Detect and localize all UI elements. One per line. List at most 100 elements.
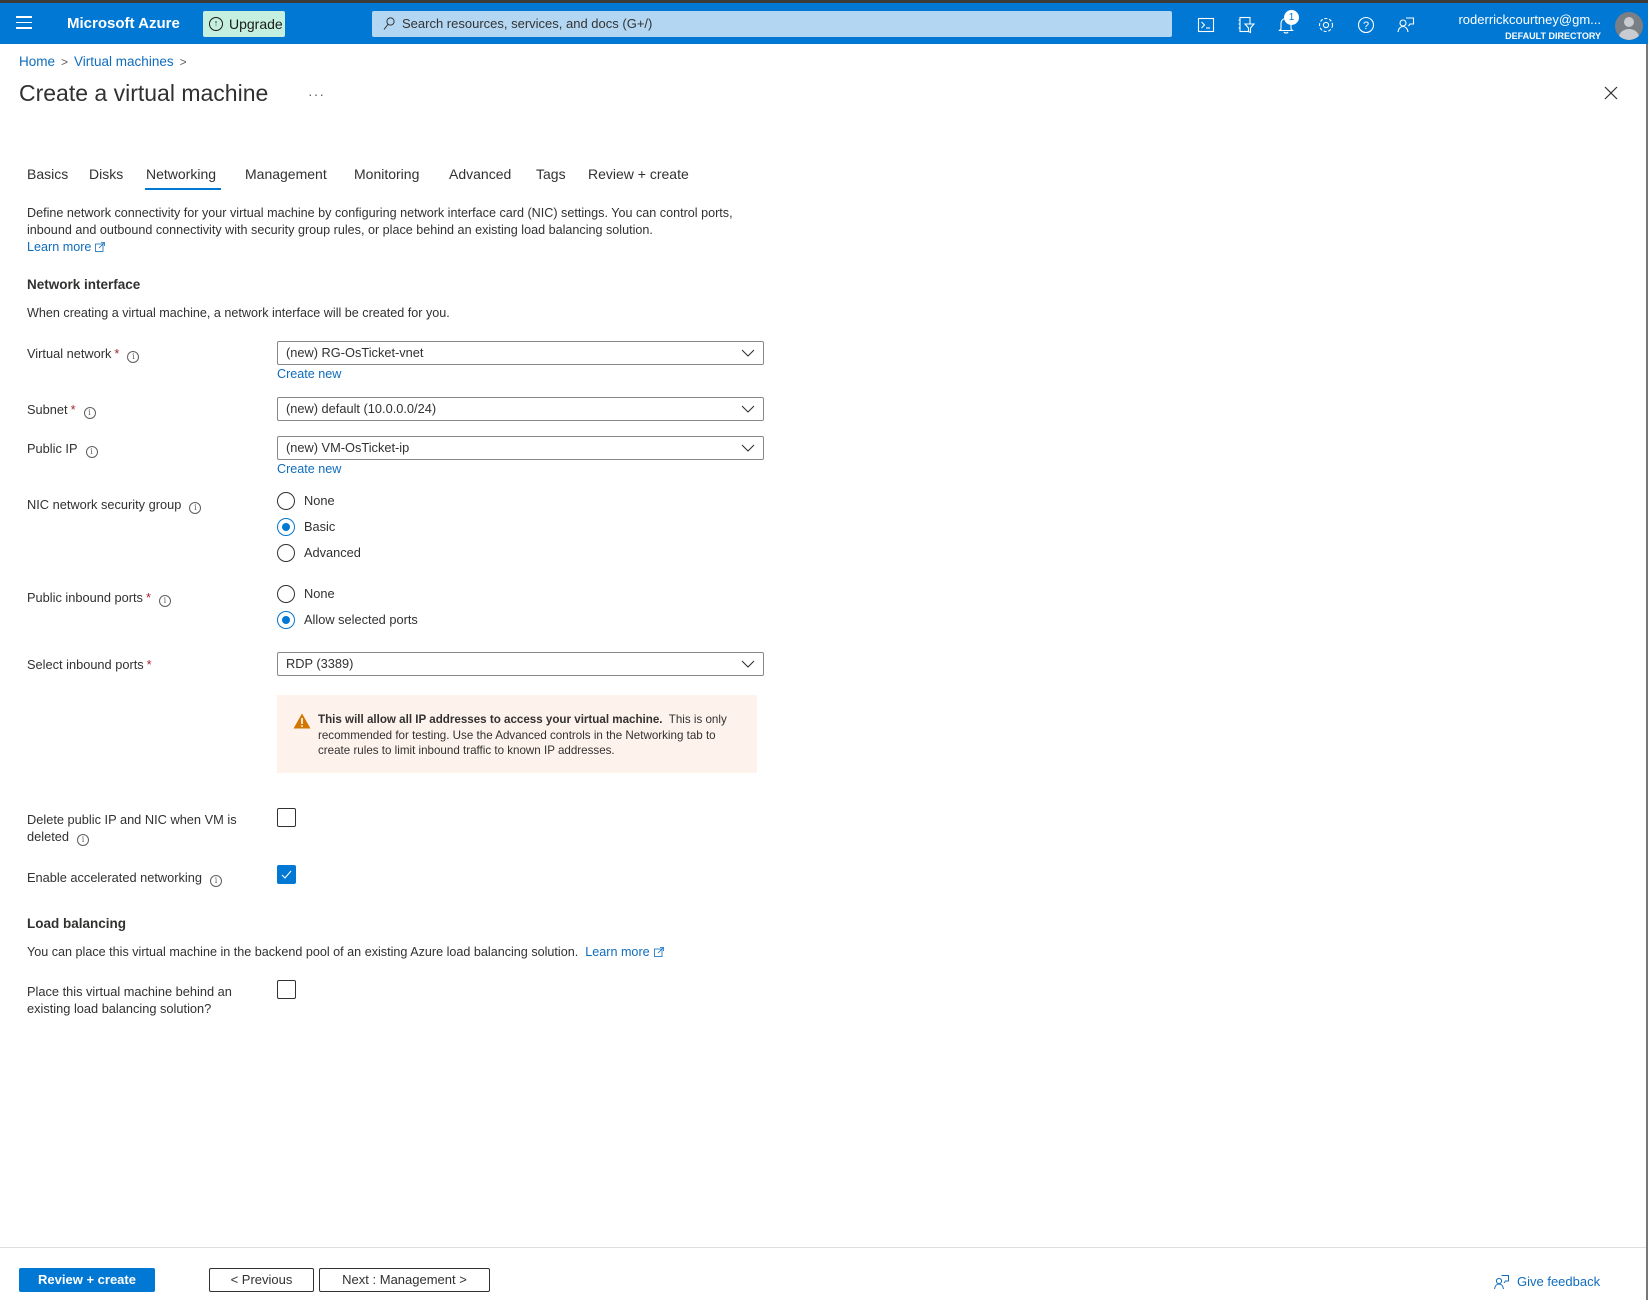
delete-public-ip-label: Delete public IP and NIC when VM is delet…: [27, 811, 237, 846]
required-asterisk: *: [146, 657, 152, 672]
learn-more-label: Learn more: [27, 240, 92, 254]
portal-top-bar: Microsoft Azure ↑ Upgrade Search resourc…: [0, 3, 1648, 44]
give-feedback-link[interactable]: Give feedback: [1493, 1274, 1601, 1290]
subnet-dropdown[interactable]: (new) default (10.0.0.0/24): [277, 397, 764, 421]
upgrade-button[interactable]: ↑ Upgrade: [203, 11, 285, 37]
required-asterisk: *: [70, 402, 76, 417]
tab-networking[interactable]: Networking: [146, 166, 216, 182]
tab-management[interactable]: Management: [245, 166, 327, 182]
network-interface-heading: Network interface: [27, 277, 141, 292]
upgrade-label: Upgrade: [229, 16, 283, 32]
network-interface-subtitle: When creating a virtual machine, a netwo…: [27, 306, 450, 320]
more-options-icon[interactable]: ···: [308, 86, 325, 102]
intro-text: Define network connectivity for your vir…: [27, 206, 733, 237]
breadcrumb-virtual-machines[interactable]: Virtual machines: [74, 54, 174, 69]
notification-count-badge: 1: [1284, 10, 1299, 25]
radio-button[interactable]: [277, 492, 295, 510]
user-directory: DEFAULT DIRECTORY: [1505, 31, 1601, 41]
chevron-down-icon: [741, 349, 755, 357]
nic-nsg-label-text: NIC network security group: [27, 497, 182, 512]
load-balancing-heading: Load balancing: [27, 916, 127, 931]
chevron-right-icon: >: [61, 55, 69, 69]
user-email[interactable]: roderrickcourtney@gm...: [1458, 12, 1601, 27]
give-feedback-label: Give feedback: [1517, 1274, 1601, 1289]
warning-message: This will allow all IP addresses to acce…: [277, 695, 757, 773]
radio-button[interactable]: [277, 611, 295, 629]
next-management-button[interactable]: Next : Management >: [319, 1268, 490, 1292]
tab-disks[interactable]: Disks: [89, 166, 123, 182]
warning-bold-text: This will allow all IP addresses to acce…: [318, 713, 663, 726]
select-inbound-ports-dropdown[interactable]: RDP (3389): [277, 652, 764, 676]
breadcrumb-home[interactable]: Home: [19, 54, 55, 69]
search-icon: [383, 17, 395, 30]
radio-button[interactable]: [277, 544, 295, 562]
directory-filter-icon[interactable]: [1236, 15, 1256, 35]
info-icon[interactable]: i: [189, 502, 202, 514]
feedback-icon: [1494, 1275, 1509, 1290]
select-inbound-ports-label-text: Select inbound ports: [27, 657, 144, 672]
cloud-shell-icon[interactable]: [1196, 15, 1216, 35]
required-asterisk: *: [114, 346, 120, 361]
svg-text:?: ?: [1363, 20, 1369, 32]
menu-icon[interactable]: [16, 16, 32, 30]
help-icon[interactable]: ?: [1356, 15, 1376, 35]
breadcrumb: Home > Virtual machines >: [19, 54, 193, 69]
tab-basics[interactable]: Basics: [27, 166, 68, 182]
settings-icon[interactable]: [1316, 15, 1336, 35]
radio-label: Basic: [304, 519, 336, 534]
page-title: Create a virtual machine: [19, 80, 269, 106]
public-inbound-ports-label: Public inbound ports * i: [27, 589, 171, 607]
create-new-public-ip-link[interactable]: Create new: [277, 462, 341, 476]
radio-label: None: [304, 493, 335, 508]
place-behind-lb-checkbox[interactable]: [277, 980, 296, 999]
tab-advanced[interactable]: Advanced: [449, 166, 511, 182]
virtual-network-dropdown[interactable]: (new) RG-OsTicket-vnet: [277, 341, 764, 365]
subnet-label: Subnet * i: [27, 401, 96, 419]
external-link-icon: [95, 242, 106, 252]
info-icon[interactable]: i: [76, 834, 89, 846]
label-line: existing load balancing solution?: [27, 1001, 212, 1016]
public-inbound-ports-label-text: Public inbound ports: [27, 590, 143, 605]
radio-label: Advanced: [304, 545, 361, 560]
public-ip-value: (new) VM-OsTicket-ip: [286, 440, 410, 455]
search-input[interactable]: Search resources, services, and docs (G+…: [372, 11, 1172, 37]
info-icon[interactable]: i: [85, 446, 98, 458]
info-icon[interactable]: i: [83, 407, 96, 419]
label-line: Delete public IP and NIC when VM is: [27, 812, 237, 827]
review-create-button[interactable]: Review + create: [19, 1268, 155, 1292]
label-line: deleted: [27, 829, 69, 844]
subnet-value: (new) default (10.0.0.0/24): [286, 401, 437, 416]
radio-button[interactable]: [277, 518, 295, 536]
chevron-right-icon: >: [179, 55, 187, 69]
close-icon[interactable]: [1603, 85, 1619, 101]
footer-divider: [0, 1247, 1646, 1248]
search-placeholder: Search resources, services, and docs (G+…: [402, 16, 653, 31]
load-balancing-learn-more-link[interactable]: Learn more: [585, 945, 664, 959]
public-ip-dropdown[interactable]: (new) VM-OsTicket-ip: [277, 436, 764, 460]
delete-public-ip-checkbox[interactable]: [277, 808, 296, 827]
label-text: Enable accelerated networking: [27, 870, 203, 885]
tab-monitoring[interactable]: Monitoring: [354, 166, 419, 182]
feedback-icon[interactable]: [1396, 15, 1416, 35]
load-balancing-text: You can place this virtual machine in th…: [27, 945, 579, 959]
chevron-down-icon: [741, 405, 755, 413]
nic-nsg-label: NIC network security group i: [27, 496, 202, 514]
learn-more-link[interactable]: Learn more: [27, 240, 106, 254]
select-inbound-ports-label: Select inbound ports *: [27, 656, 152, 673]
radio-button[interactable]: [277, 585, 295, 603]
tab-review-create[interactable]: Review + create: [588, 166, 689, 182]
virtual-network-value: (new) RG-OsTicket-vnet: [286, 345, 424, 360]
required-asterisk: *: [145, 590, 151, 605]
avatar[interactable]: [1615, 12, 1643, 40]
virtual-network-label-text: Virtual network: [27, 346, 112, 361]
create-new-vnet-link[interactable]: Create new: [277, 367, 341, 381]
learn-more-label: Learn more: [585, 945, 650, 959]
tab-tags[interactable]: Tags: [536, 166, 566, 182]
info-icon[interactable]: i: [127, 351, 140, 363]
info-icon[interactable]: i: [158, 595, 171, 607]
info-icon[interactable]: i: [210, 875, 223, 887]
checkmark-icon: [281, 870, 292, 879]
portal-brand[interactable]: Microsoft Azure: [67, 15, 180, 32]
previous-button[interactable]: < Previous: [209, 1268, 314, 1292]
accelerated-networking-checkbox[interactable]: [277, 865, 296, 884]
